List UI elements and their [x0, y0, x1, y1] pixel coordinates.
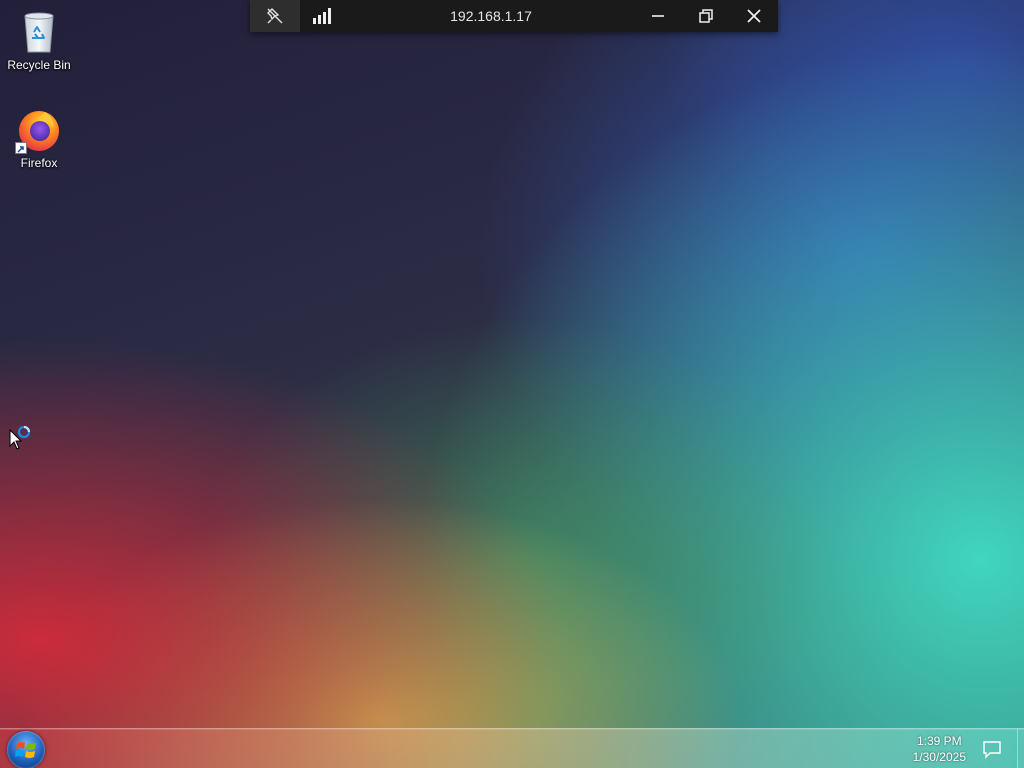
taskbar: 1:39 PM 1/30/2025: [0, 728, 1024, 768]
clock-date: 1/30/2025: [912, 750, 966, 764]
restore-icon[interactable]: [682, 0, 730, 32]
minimize-icon[interactable]: [634, 0, 682, 32]
recycle-bin-shortcut[interactable]: Recycle Bin: [2, 8, 76, 72]
pin-icon[interactable]: [250, 0, 300, 32]
busy-cursor-icon: [9, 424, 35, 457]
clock-time: 1:39 PM: [916, 734, 962, 748]
firefox-icon: [15, 106, 63, 154]
system-clock[interactable]: 1:39 PM 1/30/2025: [913, 733, 966, 765]
shortcut-arrow-icon: [15, 142, 27, 154]
firefox-label: Firefox: [20, 156, 58, 170]
windows-start-icon[interactable]: [7, 731, 45, 768]
action-center-icon[interactable]: [982, 739, 1002, 759]
remote-host-title: 192.168.1.17: [450, 8, 532, 24]
close-icon[interactable]: [730, 0, 778, 32]
connection-quality-icon[interactable]: [300, 0, 348, 32]
desktop: Recycle Bin Firefox 192.168.1.17 1:39 PM…: [0, 0, 1024, 768]
firefox-shortcut[interactable]: Firefox: [2, 106, 76, 170]
recycle-bin-icon: [15, 8, 63, 56]
remote-connection-bar: 192.168.1.17: [250, 0, 778, 32]
show-desktop-button[interactable]: [1017, 729, 1024, 768]
recycle-bin-label: Recycle Bin: [7, 58, 71, 72]
